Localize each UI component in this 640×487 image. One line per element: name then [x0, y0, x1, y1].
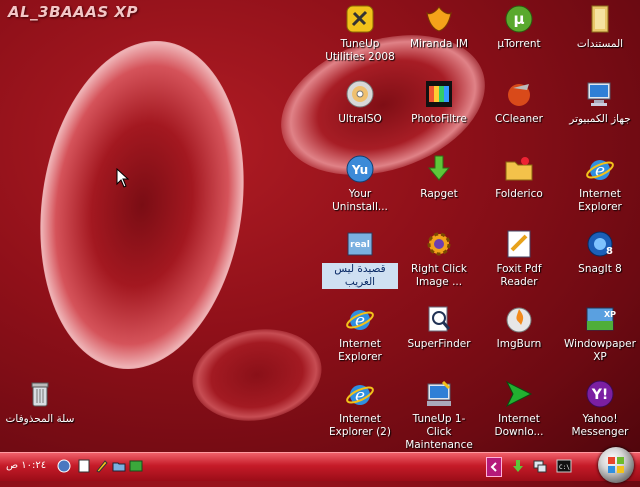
desktop-icon-real-media-file[interactable]: real قصيدة ليس الغريب — [322, 227, 398, 289]
folder-icon — [502, 152, 536, 186]
idm-icon — [502, 377, 536, 411]
yahoo-icon: Y! — [583, 377, 617, 411]
svg-text:XP: XP — [604, 310, 616, 319]
desktop-icon-right-click-image[interactable]: Right Click Image ... — [401, 227, 477, 289]
desktop: AL_3BAAAS XP TuneUp Utilities 2008 Miran… — [0, 0, 640, 452]
desktop-icon-photofiltre[interactable]: PhotoFiltre — [401, 77, 477, 126]
command-prompt-icon[interactable]: C:\ — [556, 459, 572, 473]
gear-icon — [422, 227, 456, 261]
desktop-icon-internet-explorer[interactable]: e Internet Explorer — [562, 152, 638, 214]
windowpaper-icon: XP — [583, 302, 617, 336]
network-tray-icon[interactable] — [533, 459, 547, 473]
notepad-icon[interactable] — [77, 459, 91, 473]
wallpaper-blood-cell — [185, 319, 329, 431]
wallpaper-watermark: AL_3BAAAS XP — [8, 3, 138, 21]
desktop-icon-tuneup-utilities[interactable]: TuneUp Utilities 2008 — [322, 2, 398, 64]
utorrent-icon: µ — [502, 2, 536, 36]
tuneup-maintenance-icon — [422, 377, 456, 411]
tray-expand-button[interactable] — [486, 457, 502, 477]
svg-text:real: real — [350, 240, 370, 250]
start-button[interactable] — [598, 447, 634, 483]
desktop-icon-folderico[interactable]: Folderico — [481, 152, 557, 201]
wallpaper-blood-cell — [20, 27, 264, 383]
taskbar-clock[interactable]: ١٠:٢٤ ص — [6, 460, 46, 471]
documents-folder-icon — [583, 2, 617, 36]
chevron-left-icon — [490, 462, 497, 472]
svg-text:Yu: Yu — [351, 163, 368, 177]
imgburn-icon — [502, 302, 536, 336]
snagit-icon: 8 — [583, 227, 617, 261]
mouse-cursor-icon — [116, 168, 130, 188]
desktop-icon-ccleaner[interactable]: CCleaner — [481, 77, 557, 126]
internet-explorer-icon: e — [343, 377, 377, 411]
download-tray-icon[interactable] — [511, 459, 525, 473]
miranda-icon — [422, 2, 456, 36]
desktop-icon-rapget[interactable]: Rapget — [401, 152, 477, 201]
desktop-icon-internet-explorer-2[interactable]: e Internet Explorer (2) — [322, 377, 398, 439]
desktop-icon-ultraiso[interactable]: UltraISO — [322, 77, 398, 126]
media-player-icon[interactable] — [129, 459, 143, 473]
desktop-icon-windowpaper-xp[interactable]: XP Windowpaper XP — [562, 302, 638, 364]
desktop-icon-miranda-im[interactable]: Miranda IM — [401, 2, 477, 51]
paint-icon[interactable] — [95, 459, 109, 473]
desktop-icon-internet-download-manager[interactable]: Internet Downlo... — [481, 377, 557, 439]
uninstaller-icon: Yu — [343, 152, 377, 186]
desktop-icon-utorrent[interactable]: µ µTorrent — [481, 2, 557, 51]
desktop-icon-internet-explorer-2nd[interactable]: e Internet Explorer — [322, 302, 398, 364]
windows-logo-icon — [608, 457, 624, 473]
explorer-folder-icon[interactable] — [112, 459, 126, 473]
download-arrow-icon — [422, 152, 456, 186]
desktop-icon-my-computer[interactable]: جهاز الكمبيوتر — [562, 77, 638, 126]
desktop-icon-my-documents[interactable]: المستندات — [562, 2, 638, 51]
taskbar: ١٠:٢٤ ص C:\ — [0, 447, 640, 483]
desktop-icon-imgburn[interactable]: ImgBurn — [481, 302, 557, 351]
svg-text:µ: µ — [513, 10, 524, 28]
internet-explorer-icon: e — [583, 152, 617, 186]
tuneup-icon — [343, 2, 377, 36]
svg-text:8: 8 — [606, 246, 613, 257]
recycle-bin-icon — [23, 377, 57, 411]
desktop-icon-superfinder[interactable]: SuperFinder — [401, 302, 477, 351]
desktop-icon-recycle-bin[interactable]: سلة المحذوفات — [2, 377, 78, 426]
internet-explorer-icon: e — [343, 302, 377, 336]
svg-text:Y!: Y! — [591, 387, 609, 403]
desktop-icon-foxit-pdf-reader[interactable]: Foxit Pdf Reader — [481, 227, 557, 289]
desktop-icon-yahoo-messenger[interactable]: Y! Yahoo! Messenger — [562, 377, 638, 439]
photofiltre-icon — [422, 77, 456, 111]
disc-icon — [343, 77, 377, 111]
pdf-icon — [502, 227, 536, 261]
desktop-icon-snagit[interactable]: 8 SnagIt 8 — [562, 227, 638, 276]
ccleaner-icon — [502, 77, 536, 111]
realplayer-icon: real — [343, 227, 377, 261]
my-computer-icon — [583, 77, 617, 111]
desktop-icon-your-uninstaller[interactable]: Yu Your Uninstall... — [322, 152, 398, 214]
search-icon — [422, 302, 456, 336]
network-icon[interactable] — [57, 459, 71, 473]
desktop-icon-tuneup-1click[interactable]: TuneUp 1-Click Maintenance — [401, 377, 477, 452]
svg-text:C:\: C:\ — [559, 464, 570, 471]
